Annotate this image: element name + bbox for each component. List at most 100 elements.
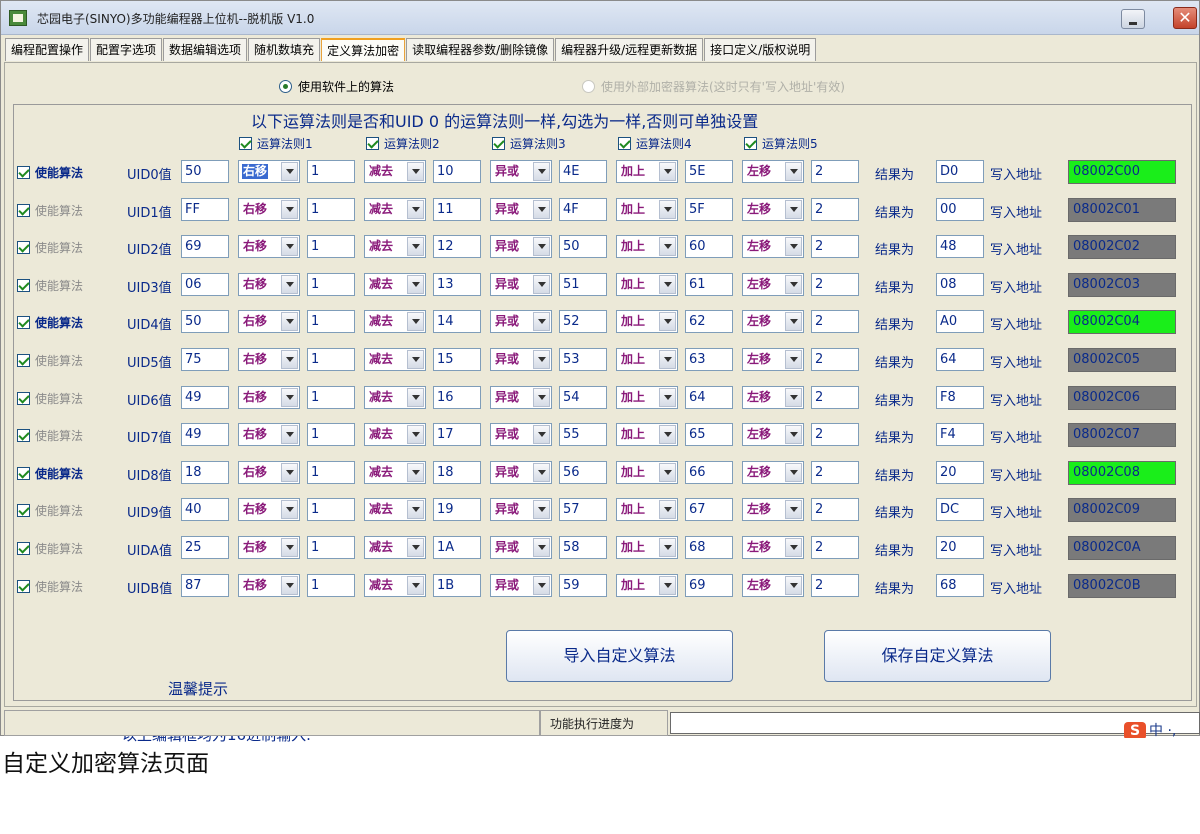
enable-algorithm-checkbox[interactable]: 使能算法 — [17, 314, 83, 331]
uid-value-input[interactable]: 50 — [181, 160, 229, 183]
operand-input-4[interactable]: 69 — [685, 573, 733, 597]
chevron-down-icon[interactable] — [533, 500, 550, 520]
close-button[interactable]: ✕ — [1173, 7, 1197, 29]
chevron-down-icon[interactable] — [407, 462, 424, 482]
operation-select-1[interactable]: 右移 — [238, 272, 300, 296]
operand-input-2[interactable]: 15 — [433, 348, 481, 371]
operation-select-5[interactable]: 左移 — [742, 272, 804, 296]
operation-select-4[interactable]: 加上 — [616, 460, 678, 484]
tab-3[interactable]: 随机数填充 — [248, 38, 321, 61]
operation-select-2[interactable]: 减去 — [364, 310, 426, 334]
operand-input-1[interactable]: 1 — [307, 573, 355, 597]
chevron-down-icon[interactable] — [659, 162, 676, 181]
radio-external-encryptor[interactable]: 使用外部加密器算法(这时只有'写入地址'有效) — [582, 78, 845, 95]
operand-input-3[interactable]: 50 — [559, 235, 607, 259]
chevron-down-icon[interactable] — [533, 350, 550, 369]
operand-input-5[interactable]: 2 — [811, 536, 859, 559]
operand-input-1[interactable]: 1 — [307, 160, 355, 183]
enable-algorithm-checkbox[interactable]: 使能算法 — [17, 540, 83, 557]
operation-select-3[interactable]: 异或 — [490, 385, 552, 409]
uid-value-input[interactable]: 75 — [181, 348, 229, 371]
chevron-down-icon[interactable] — [533, 575, 550, 595]
chevron-down-icon[interactable] — [785, 312, 802, 332]
operation-select-5[interactable]: 左移 — [742, 385, 804, 409]
enable-algorithm-checkbox[interactable]: 使能算法 — [17, 427, 83, 444]
rule-header-5[interactable]: 运算法则5 — [744, 135, 818, 152]
rule-header-1[interactable]: 运算法则1 — [239, 135, 313, 152]
operand-input-2[interactable]: 18 — [433, 460, 481, 484]
operand-input-3[interactable]: 59 — [559, 573, 607, 597]
enable-algorithm-checkbox[interactable]: 使能算法 — [17, 277, 83, 294]
operation-select-3[interactable]: 异或 — [490, 348, 552, 371]
uid-value-input[interactable]: 40 — [181, 498, 229, 522]
operand-input-3[interactable]: 56 — [559, 460, 607, 484]
operation-select-4[interactable]: 加上 — [616, 348, 678, 371]
operand-input-3[interactable]: 55 — [559, 423, 607, 447]
ime-indicator[interactable]: S中 ·, — [1124, 720, 1200, 738]
chevron-down-icon[interactable] — [659, 237, 676, 257]
operand-input-4[interactable]: 62 — [685, 310, 733, 334]
operand-input-2[interactable]: 14 — [433, 310, 481, 334]
operation-select-5[interactable]: 左移 — [742, 235, 804, 259]
chevron-down-icon[interactable] — [659, 538, 676, 557]
rule-header-3[interactable]: 运算法则3 — [492, 135, 566, 152]
operation-select-2[interactable]: 减去 — [364, 460, 426, 484]
tab-6[interactable]: 编程器升级/远程更新数据 — [555, 38, 704, 61]
chevron-down-icon[interactable] — [281, 199, 298, 219]
operation-select-4[interactable]: 加上 — [616, 272, 678, 296]
operand-input-3[interactable]: 54 — [559, 385, 607, 409]
operation-select-2[interactable]: 减去 — [364, 498, 426, 522]
operation-select-5[interactable]: 左移 — [742, 423, 804, 447]
result-value[interactable]: 20 — [936, 536, 984, 559]
chevron-down-icon[interactable] — [659, 350, 676, 369]
chevron-down-icon[interactable] — [281, 387, 298, 407]
result-value[interactable]: 00 — [936, 197, 984, 221]
operand-input-1[interactable]: 1 — [307, 498, 355, 522]
operation-select-2[interactable]: 减去 — [364, 272, 426, 296]
write-address-input[interactable]: 08002C04 — [1068, 310, 1176, 335]
operand-input-4[interactable]: 63 — [685, 348, 733, 371]
operation-select-3[interactable]: 异或 — [490, 197, 552, 221]
tab-4[interactable]: 定义算法加密 — [321, 38, 406, 61]
operation-select-4[interactable]: 加上 — [616, 498, 678, 522]
result-value[interactable]: 08 — [936, 272, 984, 296]
write-address-input[interactable]: 08002C02 — [1068, 235, 1176, 260]
operation-select-1[interactable]: 右移 — [238, 423, 300, 447]
operand-input-5[interactable]: 2 — [811, 197, 859, 221]
uid-value-input[interactable]: FF — [181, 197, 229, 221]
write-address-input[interactable]: 08002C03 — [1068, 272, 1176, 297]
chevron-down-icon[interactable] — [281, 462, 298, 482]
operand-input-3[interactable]: 4F — [559, 197, 607, 221]
chevron-down-icon[interactable] — [659, 199, 676, 219]
operand-input-2[interactable]: 13 — [433, 272, 481, 296]
chevron-down-icon[interactable] — [785, 162, 802, 181]
operation-select-5[interactable]: 左移 — [742, 498, 804, 522]
operand-input-1[interactable]: 1 — [307, 423, 355, 447]
chevron-down-icon[interactable] — [533, 199, 550, 219]
uid-value-input[interactable]: 25 — [181, 536, 229, 559]
operand-input-3[interactable]: 52 — [559, 310, 607, 334]
chevron-down-icon[interactable] — [659, 387, 676, 407]
operand-input-4[interactable]: 67 — [685, 498, 733, 522]
chevron-down-icon[interactable] — [785, 425, 802, 445]
operation-select-3[interactable]: 异或 — [490, 573, 552, 597]
chevron-down-icon[interactable] — [407, 162, 424, 181]
operation-select-3[interactable]: 异或 — [490, 235, 552, 259]
operation-select-4[interactable]: 加上 — [616, 310, 678, 334]
chevron-down-icon[interactable] — [533, 425, 550, 445]
operation-select-1[interactable]: 右移 — [238, 235, 300, 259]
operation-select-3[interactable]: 异或 — [490, 272, 552, 296]
chevron-down-icon[interactable] — [785, 538, 802, 557]
rule-header-4[interactable]: 运算法则4 — [618, 135, 692, 152]
enable-algorithm-checkbox[interactable]: 使能算法 — [17, 578, 83, 595]
result-value[interactable]: 68 — [936, 573, 984, 597]
write-address-input[interactable]: 08002C01 — [1068, 197, 1176, 222]
operand-input-3[interactable]: 57 — [559, 498, 607, 522]
operation-select-5[interactable]: 左移 — [742, 160, 804, 183]
operand-input-4[interactable]: 64 — [685, 385, 733, 409]
operand-input-4[interactable]: 5E — [685, 160, 733, 183]
operation-select-5[interactable]: 左移 — [742, 536, 804, 559]
chevron-down-icon[interactable] — [785, 575, 802, 595]
operation-select-2[interactable]: 减去 — [364, 197, 426, 221]
enable-algorithm-checkbox[interactable]: 使能算法 — [17, 239, 83, 256]
